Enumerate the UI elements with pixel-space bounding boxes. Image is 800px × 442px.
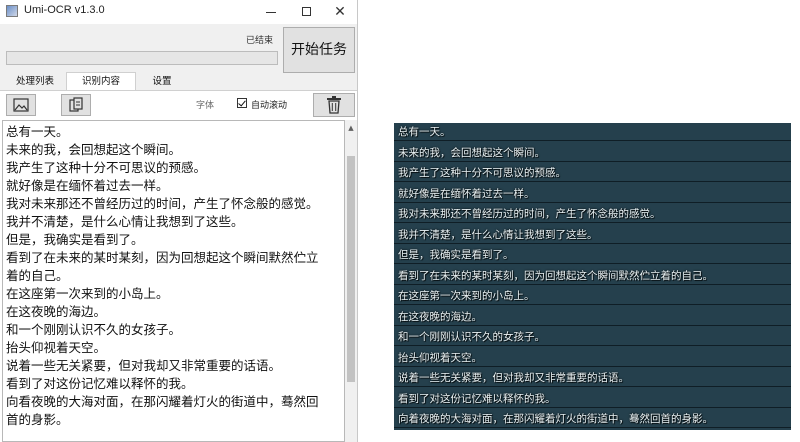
text-line: 抬头仰视着天空。 xyxy=(6,340,107,355)
text-line: 我产生了这种十分不可思议的预感。 xyxy=(6,160,207,175)
image-button[interactable] xyxy=(6,94,36,116)
subtitle-line: 我并不清楚，是什么心情让我想到了这些。 xyxy=(394,226,791,244)
ocr-text-area[interactable]: 总有一天。 未来的我，会回想起这个瞬间。 我产生了这种十分不可思议的预感。 就好… xyxy=(2,120,345,442)
text-line: 在这座第一次来到的小岛上。 xyxy=(6,286,169,301)
subtitle-line: 说着一些无关紧要，但对我却又非常重要的话语。 xyxy=(394,369,791,387)
trash-icon xyxy=(327,96,341,114)
tab-recognized-content[interactable]: 识别内容 xyxy=(66,72,136,91)
subtitle-panel: 总有一天。 未来的我，会回想起这个瞬间。 我产生了这种十分不可思议的预感。 就好… xyxy=(394,123,791,430)
window-title: Umi-OCR v1.3.0 xyxy=(24,4,105,16)
subtitle-line: 抬头仰视着天空。 xyxy=(394,349,791,367)
font-link[interactable]: 字体 xyxy=(196,98,214,111)
close-button[interactable]: ✕ xyxy=(323,0,357,24)
text-line: 说着一些无关紧要，但对我却又非常重要的话语。 xyxy=(6,358,282,373)
auto-scroll-checkbox[interactable] xyxy=(237,98,247,108)
copy-icon xyxy=(69,97,83,112)
text-line: 和一个刚刚认识不久的女孩子。 xyxy=(6,322,182,337)
text-line: 就好像是在缅怀着过去一样。 xyxy=(6,178,169,193)
text-line: 首的身影。 xyxy=(6,412,69,427)
subtitle-line: 在这座第一次来到的小岛上。 xyxy=(394,287,791,305)
text-line: 总有一天。 xyxy=(6,124,69,139)
text-line: 我并不清楚，是什么心情让我想到了这些。 xyxy=(6,214,244,229)
tab-bar: 处理列表 识别内容 设置 xyxy=(0,72,357,91)
maximize-button[interactable] xyxy=(290,0,324,24)
text-line: 未来的我，会回想起这个瞬间。 xyxy=(6,142,182,157)
subtitle-line: 但是，我确实是看到了。 xyxy=(394,246,791,264)
copy-button[interactable] xyxy=(61,94,91,116)
ocr-window: Umi-OCR v1.3.0 ✕ 已结束 开始任务 处理列表 识别内容 设置 字… xyxy=(0,0,358,442)
subtitle-line: 和一个刚刚认识不久的女孩子。 xyxy=(394,328,791,346)
tab-settings[interactable]: 设置 xyxy=(140,74,184,90)
subtitle-line: 就好像是在缅怀着过去一样。 xyxy=(394,185,791,203)
text-line: 向看夜晚的大海对面，在那闪耀着灯火的街道中，蓦然回 xyxy=(6,394,319,409)
subtitle-line: 看到了在未来的某时某刻，因为回想起这个瞬间默然伫立着的自己。 xyxy=(394,267,791,285)
text-line: 看到了对这份记忆难以释怀的我。 xyxy=(6,376,194,391)
subtitle-line: 总有一天。 xyxy=(394,123,791,141)
text-line: 看到了在未来的某时某刻，因为回想起这个瞬间默然伫立 xyxy=(6,250,319,265)
subtitle-line: 向着夜晚的大海对面，在那闪耀着灯火的街道中，蓦然回首的身影。 xyxy=(394,410,791,428)
text-line: 我对未来那还不曾经历过的时间，产生了怀念般的感觉。 xyxy=(6,196,319,211)
subtitle-line: 看到了对这份记忆难以释怀的我。 xyxy=(394,390,791,408)
clear-button[interactable] xyxy=(313,93,355,117)
start-task-button[interactable]: 开始任务 xyxy=(283,27,355,73)
subtitle-line: 我产生了这种十分不可思议的预感。 xyxy=(394,164,791,182)
vertical-scrollbar[interactable]: ▲ xyxy=(345,120,357,442)
text-line: 在这夜晚的海边。 xyxy=(6,304,107,319)
app-icon xyxy=(6,5,18,17)
progress-bar xyxy=(6,51,278,65)
subtitle-line: 在这夜晚的海边。 xyxy=(394,308,791,326)
auto-scroll-label[interactable]: 自动滚动 xyxy=(251,98,287,111)
text-line: 着的自己。 xyxy=(6,268,69,283)
text-line: 但是，我确实是看到了。 xyxy=(6,232,144,247)
title-bar: Umi-OCR v1.3.0 ✕ xyxy=(0,0,357,24)
subtitle-line: 我对未来那还不曾经历过的时间，产生了怀念般的感觉。 xyxy=(394,205,791,223)
tab-process-list[interactable]: 处理列表 xyxy=(4,74,66,90)
status-label: 已结束 xyxy=(246,36,274,46)
scroll-up-arrow-icon[interactable]: ▲ xyxy=(345,122,357,134)
minimize-button[interactable] xyxy=(254,0,288,24)
subtitle-line: 未来的我，会回想起这个瞬间。 xyxy=(394,144,791,162)
scroll-thumb[interactable] xyxy=(347,156,355,382)
image-icon xyxy=(13,98,29,112)
